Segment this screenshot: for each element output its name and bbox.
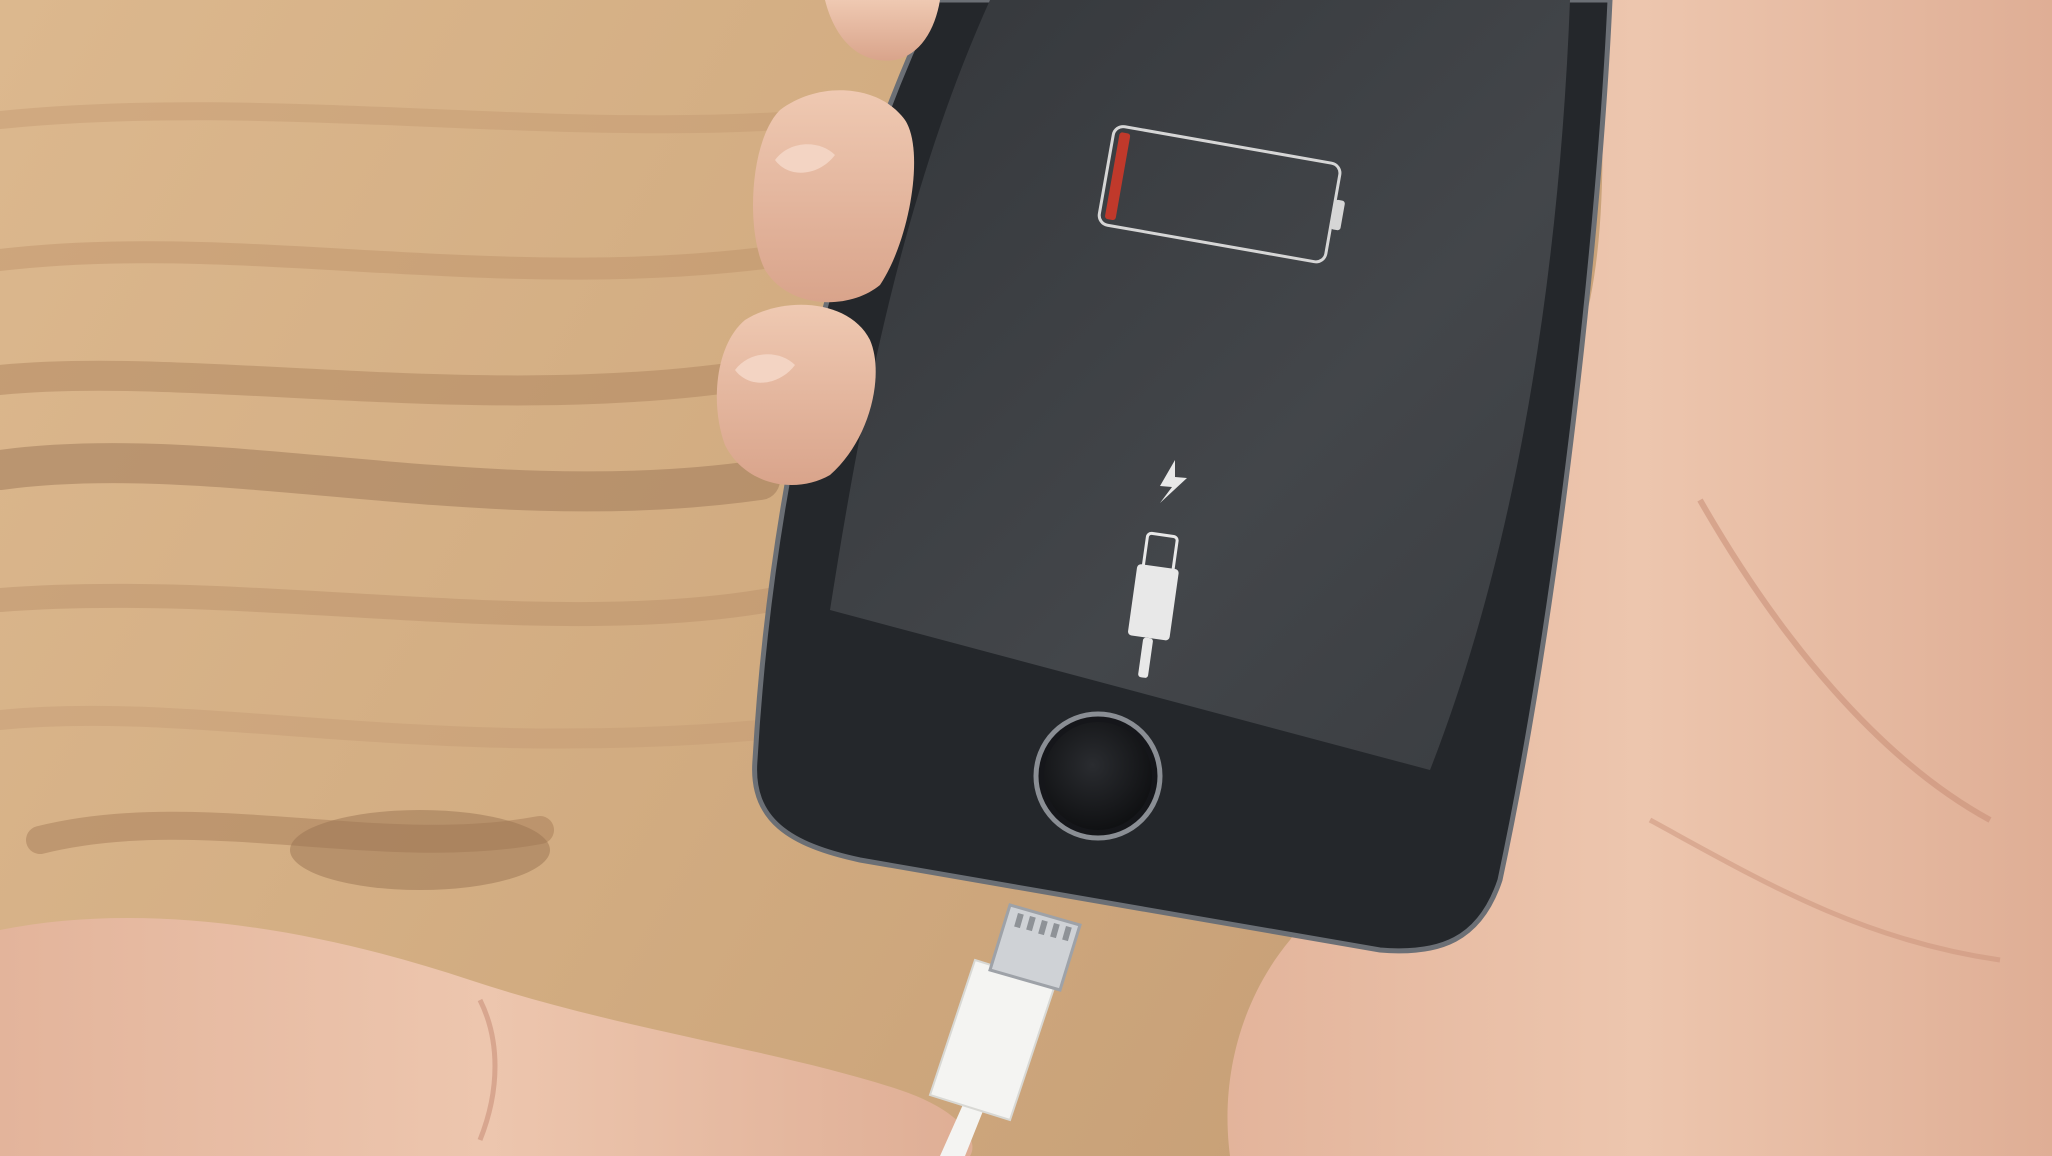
home-button-face	[1044, 722, 1152, 830]
wood-knot	[290, 810, 550, 890]
photo-scene	[0, 0, 2052, 1156]
photo-illustration	[0, 0, 2052, 1156]
